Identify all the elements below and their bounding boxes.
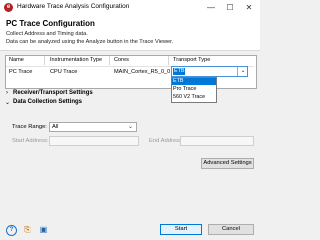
- transport-type-selected[interactable]: ETB: [173, 68, 185, 75]
- transport-option-etb[interactable]: ETB: [172, 78, 216, 85]
- column-header-cores[interactable]: Cores: [114, 57, 129, 63]
- help-icon[interactable]: ?: [6, 225, 17, 236]
- page-title: PC Trace Configuration: [6, 19, 95, 28]
- description-line-2: Data can be analyzed using the Analyze b…: [6, 39, 174, 45]
- transport-option-pro-trace[interactable]: Pro Trace: [172, 86, 216, 93]
- row-cores[interactable]: MAIN_Cortex_R5_0_0: [114, 69, 170, 75]
- column-header-transport-type[interactable]: Transport Type: [173, 57, 210, 63]
- column-divider: [109, 56, 110, 65]
- trace-range-value[interactable]: All: [52, 124, 58, 130]
- description-line-1: Collect Address and Timing data.: [6, 31, 88, 37]
- receiver-transport-settings-section[interactable]: Receiver/Transport Settings: [13, 90, 93, 96]
- row-instrumentation-type[interactable]: CPU Trace: [50, 69, 77, 75]
- import-icon[interactable]: ⎘: [22, 224, 33, 235]
- app-icon: e: [4, 3, 13, 12]
- end-address-field[interactable]: [180, 136, 254, 146]
- start-address-field[interactable]: [49, 136, 139, 146]
- collapse-arrow-icon[interactable]: ⌄: [5, 99, 10, 106]
- close-icon[interactable]: ✕: [243, 2, 255, 14]
- chevron-down-icon[interactable]: ⌄: [128, 123, 133, 130]
- save-icon[interactable]: ▣: [38, 224, 49, 235]
- chevron-down-icon[interactable]: ⌄: [237, 67, 248, 76]
- advanced-settings-button[interactable]: Advanced Settings: [201, 158, 254, 169]
- column-divider: [168, 56, 169, 65]
- end-address-label: End Address:: [149, 138, 184, 144]
- start-address-label: Start Address:: [12, 138, 49, 144]
- maximize-icon[interactable]: ☐: [224, 2, 236, 14]
- data-collection-settings-section[interactable]: Data Collection Settings: [13, 99, 82, 105]
- minimize-icon[interactable]: —: [205, 2, 217, 14]
- column-divider: [44, 56, 45, 65]
- trace-range-select[interactable]: [49, 122, 137, 132]
- row-name[interactable]: PC Trace: [9, 69, 32, 75]
- cancel-button[interactable]: Cancel: [208, 224, 254, 235]
- trace-range-label: Trace Range:: [12, 124, 47, 130]
- expand-arrow-icon[interactable]: ›: [6, 90, 8, 96]
- window-title: Hardware Trace Analysis Configuration: [17, 3, 130, 10]
- column-header-instrumentation-type[interactable]: Instrumentation Type: [50, 57, 102, 63]
- column-header-name[interactable]: Name: [9, 57, 24, 63]
- start-button[interactable]: Start: [160, 224, 202, 235]
- transport-option-560-v2-trace[interactable]: 560 V2 Trace: [172, 94, 216, 101]
